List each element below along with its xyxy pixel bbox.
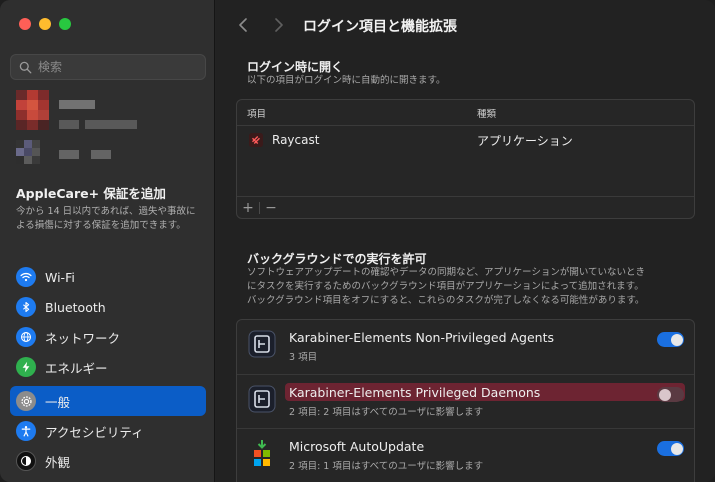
sidebar-item-label: 外観 [45,454,71,470]
sidebar-item-energy[interactable]: エネルギー [10,352,206,382]
table-footer: + − [237,196,694,218]
sidebar-item-appearance[interactable]: 外観 [10,446,206,476]
list-item[interactable]: Microsoft AutoUpdate 2 項目: 1 項目はすべてのユーザに… [237,428,694,482]
sidebar-item-label: ネットワーク [45,330,121,346]
raycast-icon [249,133,263,147]
remove-button[interactable]: − [260,198,282,218]
sidebar-item-accessibility[interactable]: アクセシビリティ [10,416,206,446]
toggle-switch[interactable] [657,387,684,402]
window-controls [19,18,71,30]
background-item-name: Microsoft AutoUpdate [289,439,425,454]
close-button[interactable] [19,18,31,30]
list-item[interactable]: Karabiner-Elements Non-Privileged Agents… [237,320,694,374]
family-avatar[interactable] [16,140,40,164]
page-title: ログイン項目と機能拡張 [303,19,457,35]
toggle-knob [670,442,683,455]
account-name-redacted [59,100,95,109]
wifi-icon [16,267,36,287]
applecare-title: AppleCare+ 保証を追加 [16,186,166,201]
description-line: バックグラウンド項目をオフにすると、これらのタスクが完了しなくなる可能性がありま… [247,295,645,306]
toggle-switch[interactable] [657,332,684,347]
sidebar-nav: Wi-Fi Bluetooth ネットワーク エネルギー 一般 アクセシビリティ… [10,262,206,476]
family-label-redacted-2 [91,150,111,159]
forward-button[interactable] [270,14,288,36]
add-button[interactable]: + [237,198,259,218]
background-item-name: Karabiner-Elements Non-Privileged Agents [289,330,554,345]
sidebar-item-label: アクセシビリティ [45,424,144,440]
column-header-item[interactable]: 項目 [247,106,266,120]
main-pane: ログイン項目と機能拡張 ログイン時に開く 以下の項目がログイン時に自動的に開きま… [216,0,715,482]
account-email-redacted [59,120,79,129]
login-section-title: ログイン時に開く [247,60,344,74]
back-button[interactable] [234,14,252,36]
toolbar: ログイン項目と機能拡張 [216,0,715,50]
family-label-redacted [59,150,79,159]
accessibility-icon [16,421,36,441]
list-item[interactable]: Karabiner-Elements Privileged Daemons 2 … [237,374,694,428]
sidebar-item-general[interactable]: 一般 [10,386,206,416]
minimize-button[interactable] [39,18,51,30]
column-header-kind[interactable]: 種類 [477,106,496,120]
table-header: 項目 種類 [237,100,694,126]
zoom-button[interactable] [59,18,71,30]
login-items-table: 項目 種類 Raycast アプリケーション + − [236,99,695,219]
background-section-title: バックグラウンドでの実行を許可 [247,252,427,266]
sidebar-item-bluetooth[interactable]: Bluetooth [10,292,206,322]
bluetooth-icon [16,297,36,317]
description-line: ソフトウェアアップデートの確認やデータの同期など、アプリケーションが開いていない… [247,267,646,278]
settings-window: AppleCare+ 保証を追加 今から 14 日以内であれば、過失や事故による… [0,0,715,482]
applecare-promo[interactable]: AppleCare+ 保証を追加 今から 14 日以内であれば、過失や事故による… [16,183,204,233]
sidebar-item-wifi[interactable]: Wi-Fi [10,262,206,292]
account-avatar[interactable] [16,90,49,130]
sidebar-item-label: 一般 [45,394,71,410]
sidebar-item-label: Wi-Fi [45,269,75,285]
karabiner-icon [248,385,276,413]
toggle-knob [670,333,683,346]
globe-icon [16,327,36,347]
toggle-knob [658,388,671,401]
sidebar: AppleCare+ 保証を追加 今から 14 日以内であれば、過失や事故による… [0,0,215,482]
background-item-detail: 2 項目: 2 項目はすべてのユーザに影響します [289,407,484,418]
sidebar-item-label: エネルギー [45,360,108,376]
appearance-icon [16,451,36,471]
chevron-left-icon [239,18,247,32]
background-item-name: Karabiner-Elements Privileged Daemons [289,385,541,400]
login-section-description: 以下の項目がログイン時に自動的に開きます。 [247,75,446,86]
search-field[interactable] [10,54,206,80]
chevron-right-icon [275,18,283,32]
login-item-kind: アプリケーション [477,133,573,148]
account-email-redacted-2 [85,120,137,129]
background-section-description: ソフトウェアアップデートの確認やデータの同期など、アプリケーションが開いていない… [247,266,645,308]
login-item-name: Raycast [272,133,320,147]
background-items-list: Karabiner-Elements Non-Privileged Agents… [236,319,695,482]
description-line: にタスクを実行するためのバックグラウンド項目がアプリケーションによって追加されま… [247,281,644,292]
search-icon [19,61,32,73]
applecare-description: 今から 14 日以内であれば、過失や事故による損傷に対する保証を追加できます。 [16,206,196,231]
search-input[interactable] [38,60,198,74]
karabiner-icon [248,330,276,358]
gear-icon [16,391,36,411]
microsoft-autoupdate-icon [254,440,270,466]
sidebar-item-label: Bluetooth [45,299,106,315]
bolt-icon [16,357,36,377]
table-row[interactable]: Raycast アプリケーション [237,128,694,152]
toggle-switch[interactable] [657,441,684,456]
sidebar-item-network[interactable]: ネットワーク [10,322,206,352]
background-item-detail: 2 項目: 1 項目はすべてのユーザに影響します [289,461,484,472]
background-item-detail: 3 項目 [289,352,318,363]
